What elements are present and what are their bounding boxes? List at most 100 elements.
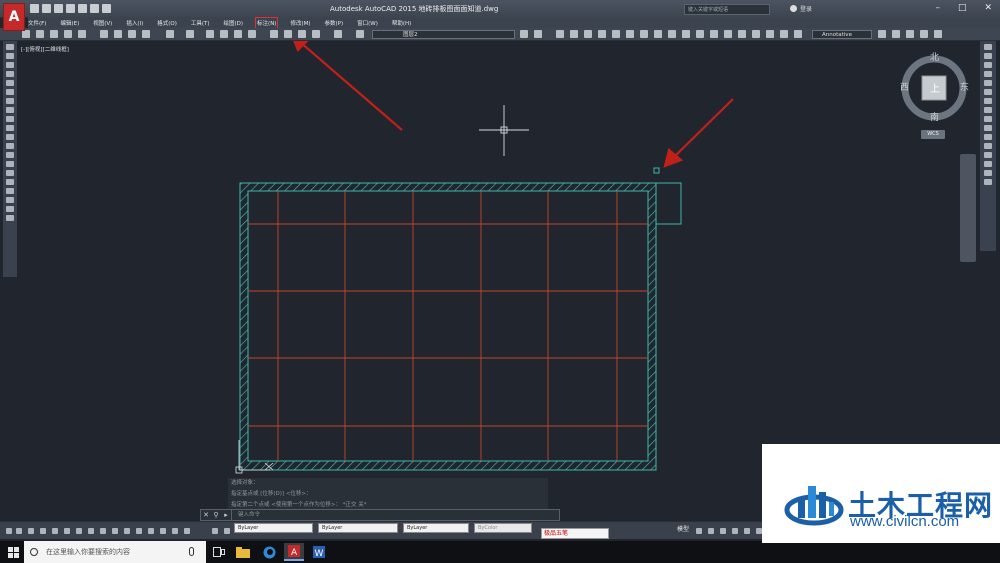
menu-window[interactable]: 窗口(W) [357, 19, 378, 27]
annotation-scale-icon[interactable] [732, 528, 738, 534]
polygon-icon[interactable] [6, 71, 14, 77]
multileader-style-icon[interactable] [920, 30, 928, 38]
cut-icon[interactable] [100, 30, 108, 38]
grid-icon[interactable] [16, 528, 22, 534]
menu-modify[interactable]: 修改(M) [290, 19, 310, 27]
menu-insert[interactable]: 插入(I) [126, 19, 143, 27]
ellipse-icon[interactable] [6, 125, 14, 131]
save-as-icon[interactable] [66, 4, 75, 13]
snap-icon[interactable] [6, 528, 12, 534]
make-block-icon[interactable] [6, 152, 14, 158]
dim-style-icon[interactable] [878, 30, 886, 38]
copy-icon[interactable] [114, 30, 122, 38]
insert-block-icon[interactable] [6, 143, 14, 149]
dyn-icon[interactable] [88, 528, 94, 534]
jogged-linear-icon[interactable] [780, 30, 788, 38]
isolate-icon[interactable] [172, 528, 178, 534]
new-icon[interactable] [22, 30, 30, 38]
autocad-taskbar-icon[interactable]: A [284, 543, 304, 561]
angular-dim-icon[interactable] [654, 30, 662, 38]
layer-previous-icon[interactable] [520, 30, 528, 38]
ime-indicator[interactable]: 极品五笔 [541, 528, 609, 539]
model-tab[interactable]: 模型 [677, 524, 689, 533]
lineweight-icon[interactable] [100, 528, 106, 534]
maximize-icon[interactable]: □ [958, 3, 967, 13]
menu-tools[interactable]: 工具(T) [191, 19, 210, 27]
chamfer-icon[interactable] [984, 161, 992, 167]
sheet-set-icon[interactable] [312, 30, 320, 38]
menu-edit[interactable]: 编辑(E) [60, 19, 79, 27]
viewcube-top-face[interactable]: 上 [930, 80, 940, 95]
annotation-monitor-icon[interactable] [148, 528, 154, 534]
join-icon[interactable] [984, 152, 992, 158]
layer-state-icon[interactable] [212, 528, 218, 534]
transparency-icon[interactable] [112, 528, 118, 534]
undo-icon[interactable] [166, 30, 174, 38]
line-icon[interactable] [6, 44, 14, 50]
close-icon[interactable]: ✕ [201, 511, 211, 519]
windows-start-button[interactable] [8, 547, 19, 558]
linetype-dropdown[interactable]: ByLayer [318, 523, 398, 533]
ducs-icon[interactable] [76, 528, 82, 534]
quick-access-toolbar[interactable] [30, 4, 111, 13]
zoom-previous-icon[interactable] [248, 30, 256, 38]
make-current-icon[interactable] [534, 30, 542, 38]
compass-north[interactable]: 北 [930, 50, 939, 63]
paste-icon[interactable] [128, 30, 136, 38]
extend-icon[interactable] [984, 134, 992, 140]
menu-dimension[interactable]: 标注(N) [255, 16, 279, 29]
grid-mode-icon[interactable] [696, 528, 702, 534]
selection-cycling-icon[interactable] [136, 528, 142, 534]
arc-length-icon[interactable] [584, 30, 592, 38]
save-icon[interactable] [54, 4, 63, 13]
point-icon[interactable] [6, 161, 14, 167]
taskbar-search-input[interactable]: 在这里输入你要搜索的内容 [24, 541, 206, 563]
tool-palettes-icon[interactable] [298, 30, 306, 38]
workspace-icon[interactable] [720, 528, 726, 534]
add-selected-icon[interactable] [6, 215, 14, 221]
explode-icon[interactable] [984, 179, 992, 185]
fillet-icon[interactable] [984, 170, 992, 176]
zoom-realtime-icon[interactable] [220, 30, 228, 38]
radius-dim-icon[interactable] [612, 30, 620, 38]
snap-mode-icon[interactable] [708, 528, 714, 534]
menu-file[interactable]: 文件(F) [28, 19, 46, 27]
plot-style-dropdown[interactable]: ByColor [474, 523, 532, 533]
dim-edit-icon[interactable] [794, 30, 802, 38]
array-icon[interactable] [984, 80, 992, 86]
wcs-menu[interactable]: WCS [921, 130, 945, 139]
quick-dim-icon[interactable] [668, 30, 676, 38]
recent-commands-icon[interactable]: ▸ [221, 511, 231, 519]
aligned-dim-icon[interactable] [570, 30, 578, 38]
dim-break-icon[interactable] [724, 30, 732, 38]
menu-format[interactable]: 格式(O) [157, 19, 177, 27]
otrack-icon[interactable] [64, 528, 70, 534]
compass-west[interactable]: 西 [900, 80, 909, 93]
menu-view[interactable]: 视图(V) [93, 19, 112, 27]
navigation-bar[interactable] [960, 154, 976, 262]
compass-east[interactable]: 东 [960, 80, 969, 93]
rotate-icon[interactable] [984, 98, 992, 104]
erase-icon[interactable] [984, 44, 992, 50]
new-file-icon[interactable] [30, 4, 39, 13]
inspection-icon[interactable] [766, 30, 774, 38]
region-icon[interactable] [6, 188, 14, 194]
hardware-accel-icon[interactable] [184, 528, 190, 534]
settings-icon[interactable] [744, 528, 750, 534]
layer-properties-icon[interactable] [356, 30, 364, 38]
annotation-visibility-icon[interactable] [934, 30, 942, 38]
break-icon[interactable] [984, 143, 992, 149]
app-menu-logo[interactable]: A [3, 3, 25, 31]
ellipse-arc-icon[interactable] [6, 134, 14, 140]
quick-properties-icon[interactable] [124, 528, 130, 534]
redo-icon[interactable] [186, 30, 194, 38]
compass-south[interactable]: 南 [930, 110, 939, 123]
preview-icon[interactable] [78, 30, 86, 38]
redo-icon[interactable] [102, 4, 111, 13]
design-center-icon[interactable] [284, 30, 292, 38]
login-button[interactable]: 登录 [790, 4, 812, 13]
open-file-icon[interactable] [42, 4, 51, 13]
pan-icon[interactable] [206, 30, 214, 38]
revision-cloud-icon[interactable] [6, 107, 14, 113]
edge-browser-icon[interactable] [259, 543, 279, 561]
